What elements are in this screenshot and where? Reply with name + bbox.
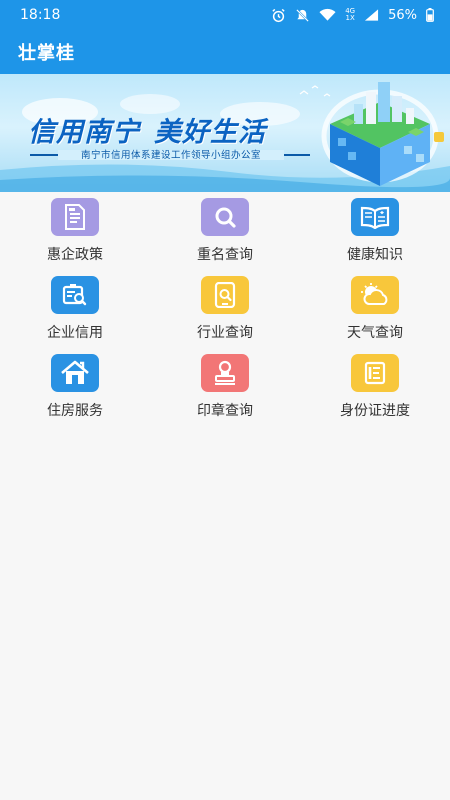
search-icon	[201, 198, 249, 236]
policy-document-icon	[51, 198, 99, 236]
battery-percent: 56%	[388, 7, 417, 23]
mute-icon	[295, 8, 310, 23]
alarm-icon	[271, 8, 286, 23]
banner-subtitle: 南宁市信用体系建设工作领导小组办公室	[80, 150, 261, 161]
service-label: 天气查询	[347, 325, 403, 341]
enterprise-credit-icon	[51, 276, 99, 314]
book-icon	[351, 198, 399, 236]
service-enterprise-credit[interactable]: 企业信用	[0, 270, 150, 346]
status-bar: 18:18 4G 1X 56%	[0, 0, 450, 30]
banner-cube-illustration	[321, 82, 444, 186]
service-name-search[interactable]: 重名查询	[150, 192, 300, 268]
service-label: 住房服务	[47, 403, 103, 419]
battery-icon	[426, 8, 434, 22]
service-label: 重名查询	[197, 247, 253, 263]
app-title: 壮掌桂	[18, 43, 75, 64]
service-label: 身份证进度	[340, 403, 410, 419]
status-time: 18:18	[20, 7, 61, 23]
service-health[interactable]: 健康知识	[300, 192, 450, 268]
network-type: 4G 1X	[345, 7, 356, 22]
service-label: 印章查询	[197, 403, 253, 419]
weather-icon	[351, 276, 399, 314]
service-label: 健康知识	[347, 247, 403, 263]
house-icon	[51, 354, 99, 392]
status-icons: 4G 1X 56%	[271, 8, 434, 23]
seal-icon	[201, 354, 249, 392]
service-housing[interactable]: 住房服务	[0, 348, 150, 424]
service-weather[interactable]: 天气查询	[300, 270, 450, 346]
promo-banner[interactable]: 信用南宁 美好生活 南宁市信用体系建设工作领导小组办公室	[0, 74, 450, 192]
wifi-icon	[319, 8, 336, 22]
service-seal-search[interactable]: 印章查询	[150, 348, 300, 424]
service-policy[interactable]: 惠企政策	[0, 192, 150, 268]
signal-icon	[364, 8, 379, 22]
id-card-progress-icon	[351, 354, 399, 392]
service-label: 行业查询	[197, 325, 253, 341]
service-id-progress[interactable]: 身份证进度	[300, 348, 450, 424]
app-bar: 壮掌桂	[0, 30, 450, 74]
banner-headline: 信用南宁 美好生活	[28, 117, 266, 148]
service-industry-search[interactable]: 行业查询	[150, 270, 300, 346]
service-label: 企业信用	[47, 325, 103, 341]
industry-search-icon	[201, 276, 249, 314]
service-label: 惠企政策	[47, 247, 103, 263]
